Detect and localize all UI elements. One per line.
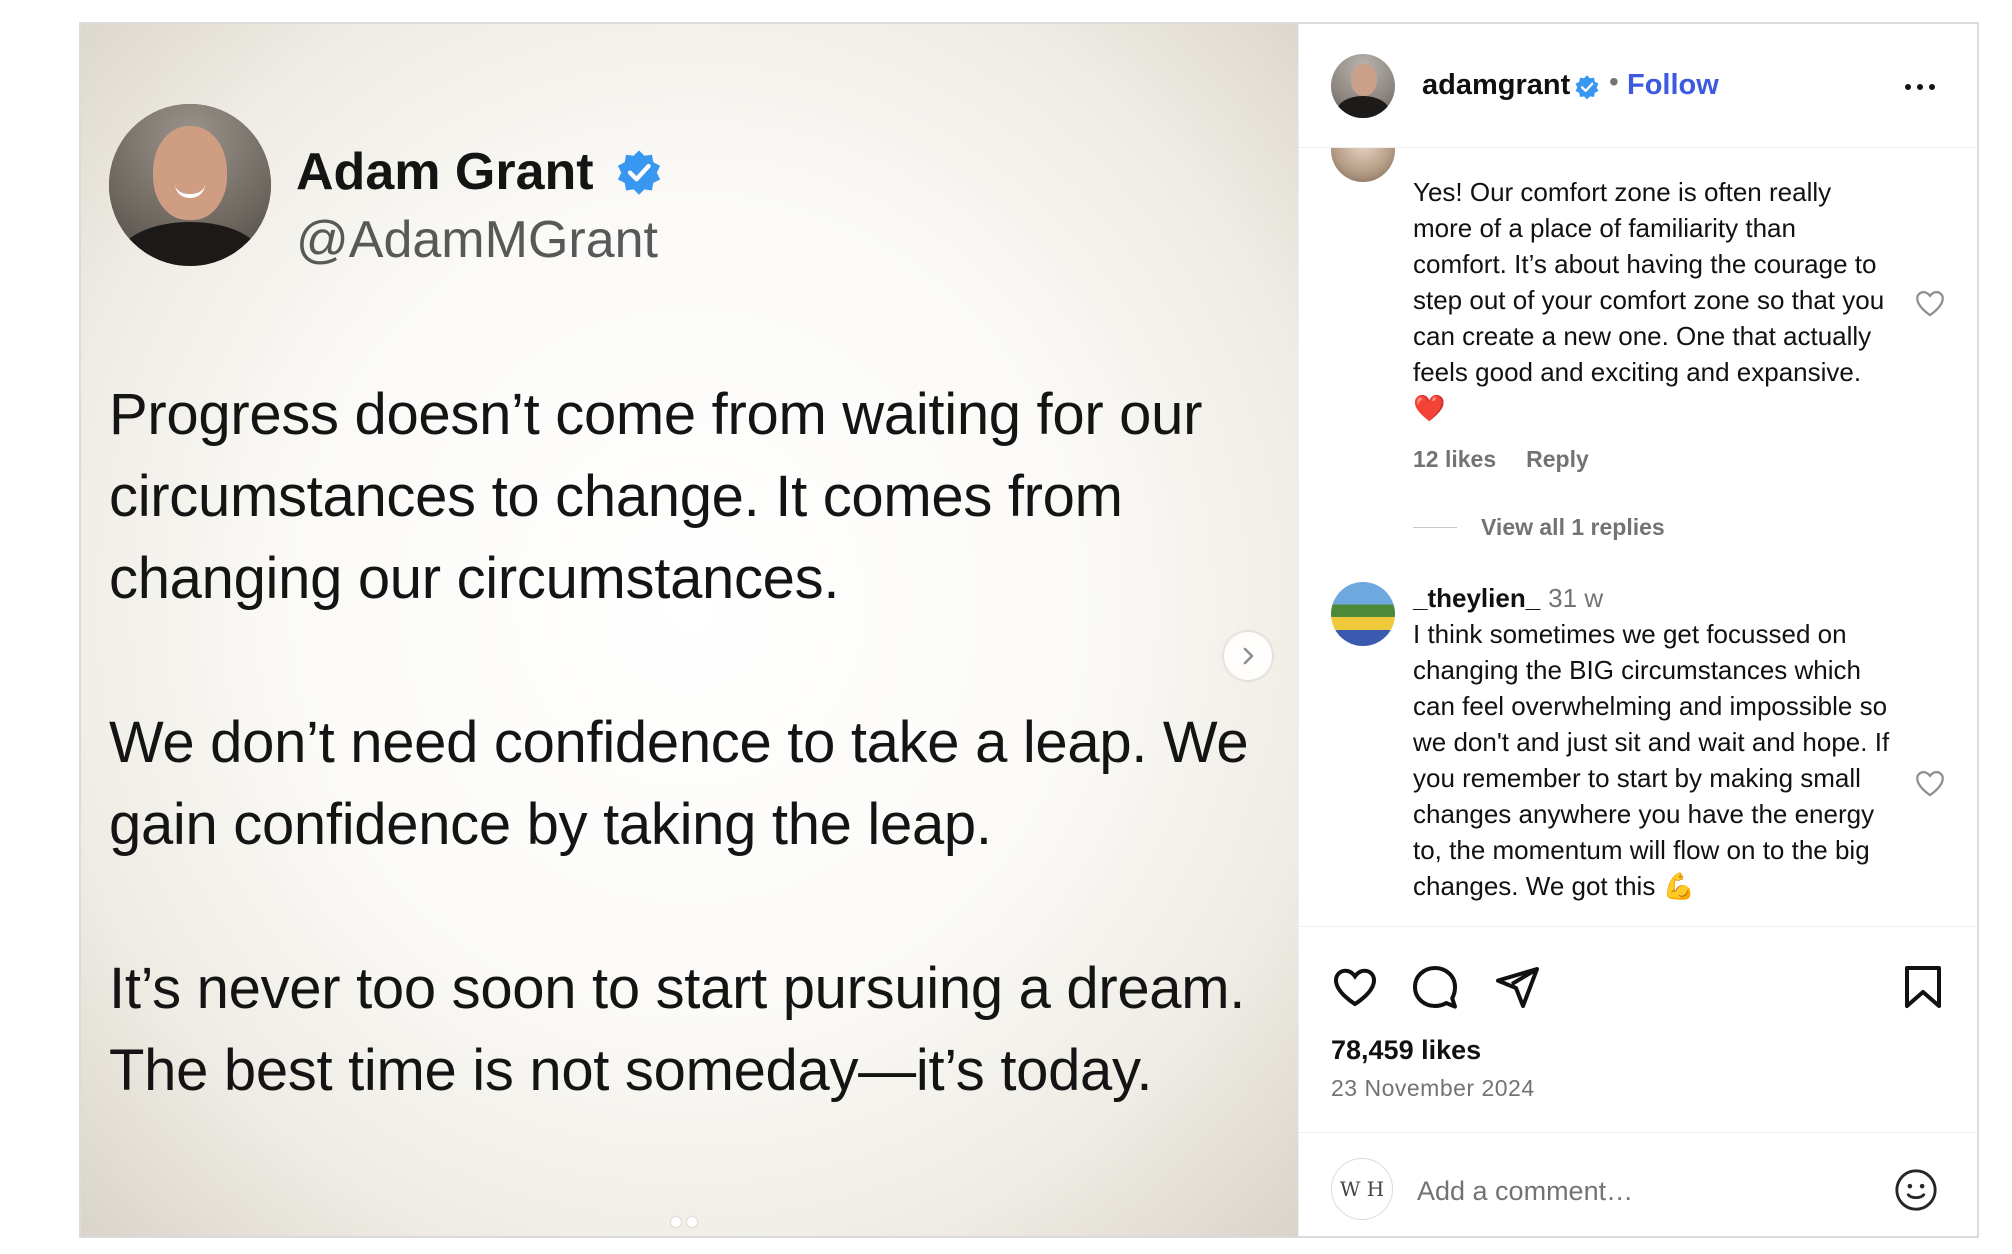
- follow-button[interactable]: Follow: [1627, 69, 1719, 102]
- author-avatar[interactable]: [1331, 54, 1395, 118]
- header-separator: •: [1609, 66, 1619, 97]
- view-replies-button[interactable]: View all 1 replies: [1413, 514, 1665, 541]
- comment-username[interactable]: _theylien_: [1413, 583, 1540, 613]
- author-username[interactable]: adamgrant: [1422, 69, 1570, 102]
- tweet-author-avatar: [109, 104, 271, 266]
- view-replies-label: View all 1 replies: [1481, 514, 1665, 540]
- current-user-avatar: W H: [1331, 1158, 1393, 1220]
- likes-count[interactable]: 78,459 likes: [1331, 1035, 1481, 1066]
- post-date: 23 November 2024: [1331, 1075, 1535, 1101]
- heart-icon[interactable]: [1913, 766, 1947, 800]
- more-options-icon[interactable]: [1905, 84, 1935, 90]
- commenter-avatar[interactable]: [1331, 148, 1395, 182]
- next-image-button[interactable]: [1224, 632, 1272, 680]
- post-modal: Adam Grant @AdamMGrant Progress doesn’t …: [79, 22, 1979, 1238]
- carousel-indicator: [671, 1217, 697, 1227]
- heart-icon[interactable]: [1913, 286, 1947, 320]
- chevron-right-icon: [1243, 647, 1254, 665]
- verified-badge-icon: [1575, 75, 1599, 100]
- replies-divider: [1413, 527, 1457, 528]
- tweet-author-handle: @AdamMGrant: [296, 211, 658, 269]
- verified-badge-icon: [617, 150, 661, 195]
- reply-button[interactable]: Reply: [1526, 446, 1589, 473]
- commenter-avatar[interactable]: [1331, 582, 1395, 646]
- post-sidebar: adamgrant • Follow Yes! Our comfort zone…: [1298, 24, 1978, 1236]
- post-header: adamgrant • Follow: [1299, 24, 1978, 148]
- carousel-dot: [687, 1217, 697, 1227]
- comment-time: 31 w: [1548, 583, 1604, 613]
- tweet-author-name: Adam Grant: [296, 143, 594, 201]
- bookmark-icon[interactable]: [1899, 963, 1947, 1011]
- comment-input[interactable]: [1415, 1163, 1839, 1219]
- comment-meta: 12 likes Reply: [1413, 446, 1589, 473]
- heart-icon[interactable]: [1331, 963, 1379, 1011]
- comments-list[interactable]: Yes! Our comfort zone is often really mo…: [1299, 148, 1978, 926]
- carousel-dot-active: [671, 1217, 681, 1227]
- comment-likes[interactable]: 12 likes: [1413, 446, 1496, 473]
- comment-text: I think sometimes we get focussed on cha…: [1413, 619, 1890, 901]
- comment-header: _theylien_ 31 w: [1413, 580, 1893, 616]
- comment-text: Yes! Our comfort zone is often really mo…: [1413, 177, 1885, 423]
- emoji-icon[interactable]: [1893, 1167, 1939, 1213]
- comment-icon[interactable]: [1411, 963, 1459, 1011]
- tweet-text: Progress doesn’t come from waiting for o…: [109, 382, 1249, 1103]
- comment-bar: W H: [1299, 1132, 1978, 1238]
- share-icon[interactable]: [1493, 963, 1541, 1011]
- post-actions: 78,459 likes 23 November 2024 W H: [1299, 926, 1978, 1237]
- post-image: Adam Grant @AdamMGrant Progress doesn’t …: [81, 24, 1298, 1236]
